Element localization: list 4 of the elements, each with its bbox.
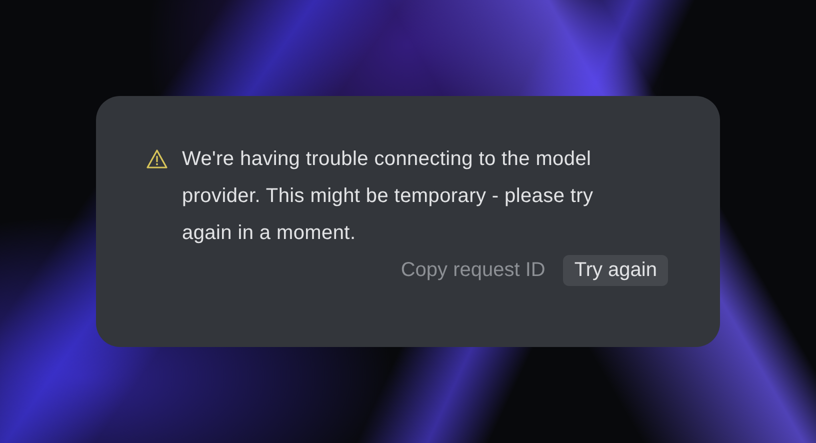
error-message: We're having trouble connecting to the model provider. This might be temporary - please try again in a moment.	[182, 147, 594, 246]
copy-request-id-button[interactable]: Copy request ID	[400, 255, 546, 286]
try-again-button[interactable]: Try again	[563, 255, 668, 286]
warning-icon	[146, 149, 168, 169]
